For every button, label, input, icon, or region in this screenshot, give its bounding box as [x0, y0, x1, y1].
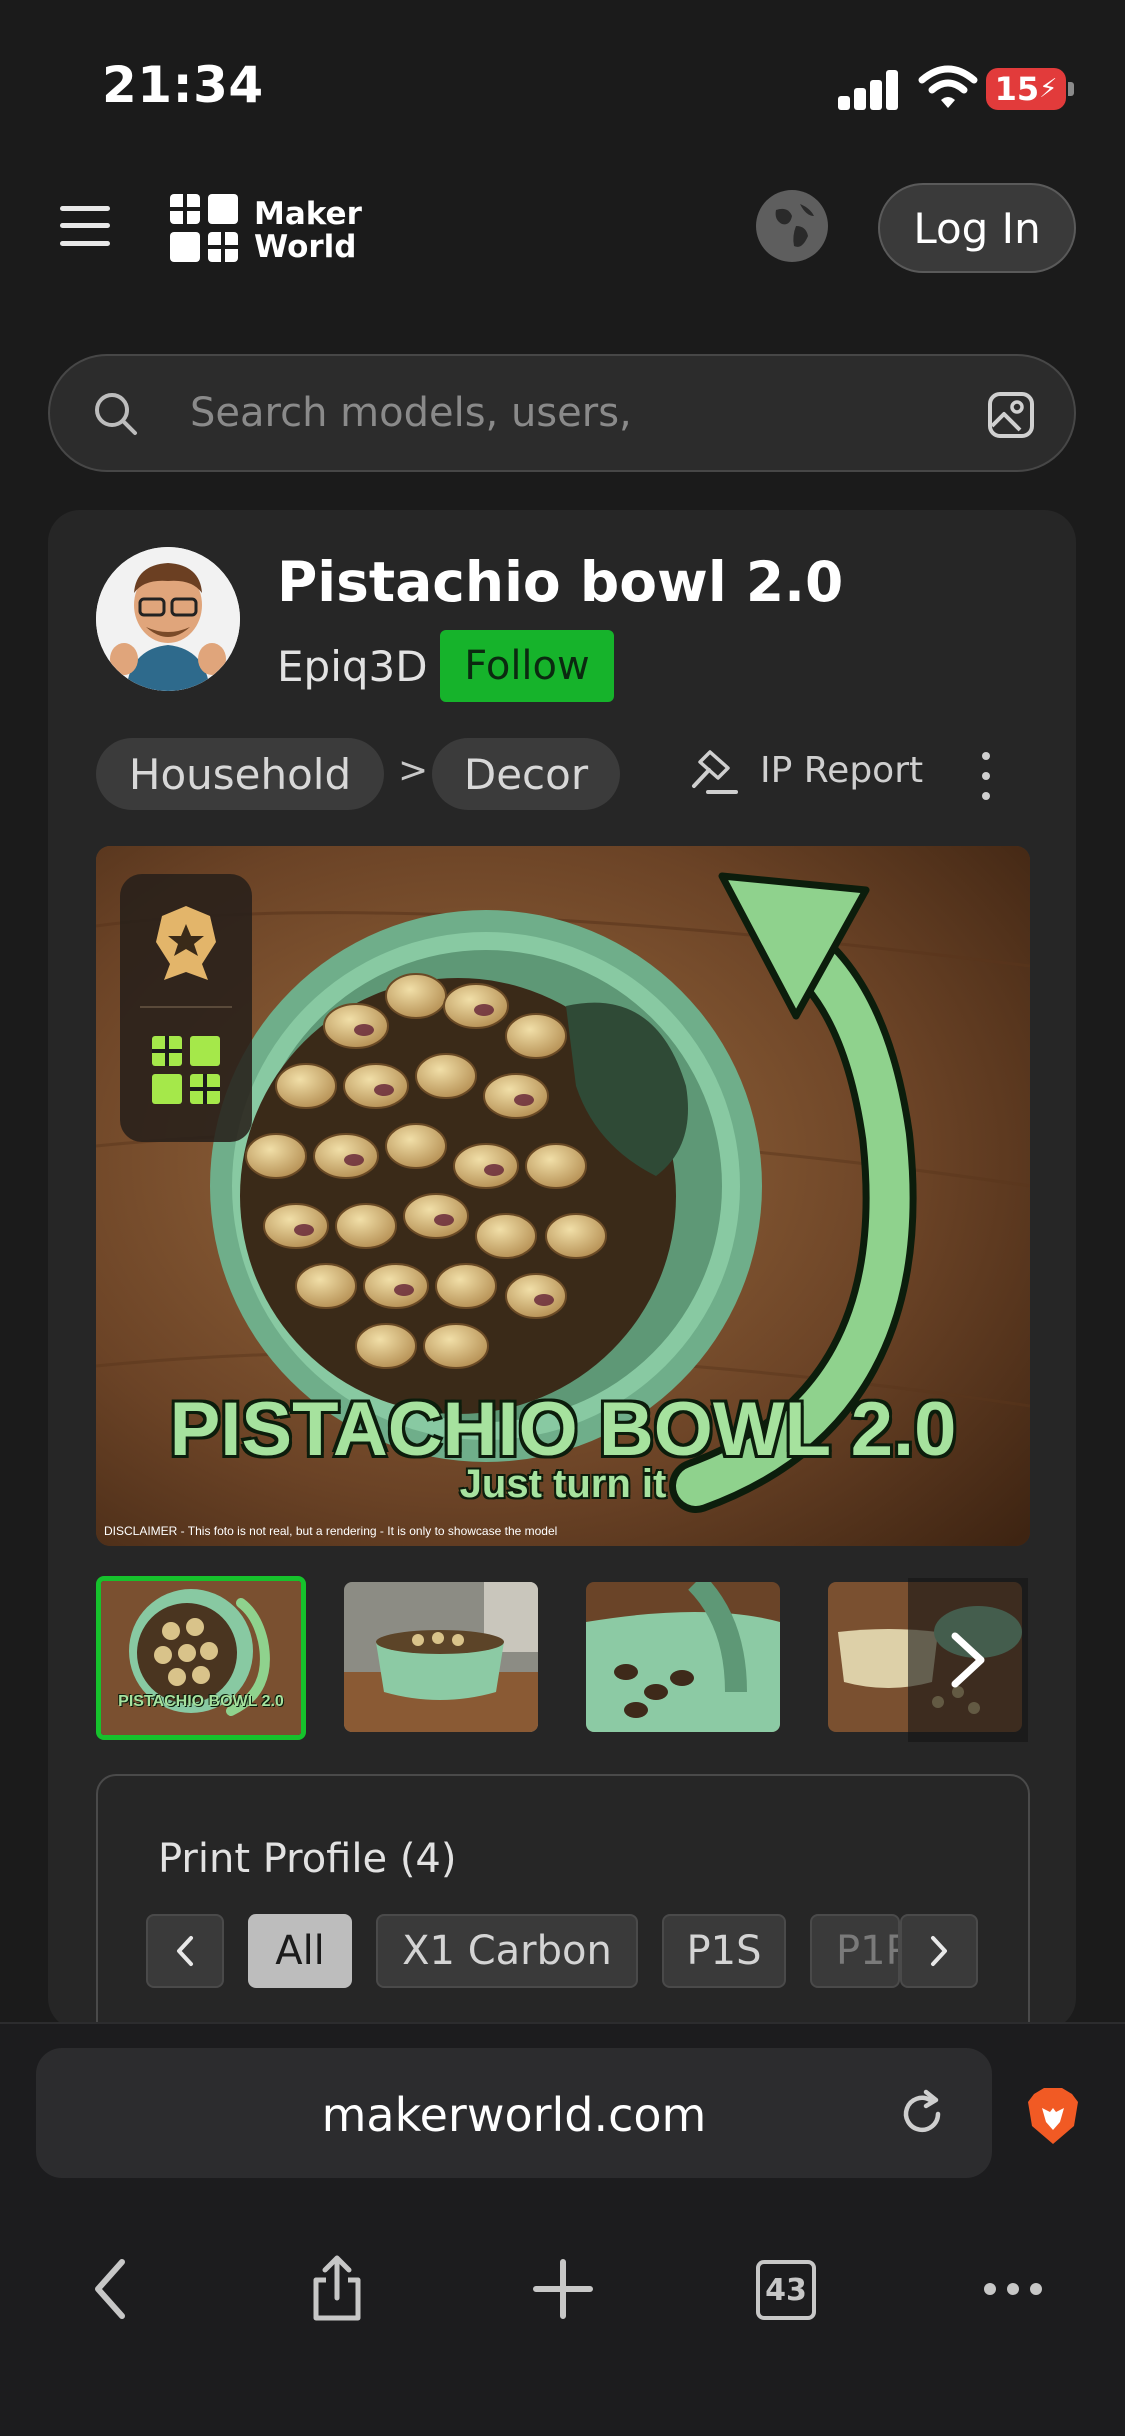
hero-subtitle-text: Just turn it — [459, 1462, 667, 1506]
profile-tab-x1-carbon[interactable]: X1 Carbon — [376, 1914, 638, 1988]
print-profile-panel: Print Profile (4) All X1 Carbon P1S P1P — [96, 1774, 1030, 2030]
image-search-icon[interactable] — [986, 390, 1036, 440]
reload-icon[interactable] — [896, 2088, 948, 2140]
search-bar[interactable]: Search models, users, — [48, 354, 1076, 472]
battery-icon: 15 ⚡ — [986, 68, 1066, 110]
battery-cap — [1068, 82, 1074, 96]
tabs-button[interactable]: 43 — [756, 2260, 826, 2330]
new-tab-button[interactable] — [528, 2254, 598, 2324]
print-profile-title: Print Profile (4) — [158, 1836, 457, 1882]
profile-tab-p1p[interactable]: P1P — [810, 1914, 900, 1988]
share-icon — [313, 2255, 361, 2321]
hero-disclaimer: DISCLAIMER - This foto is not real, but … — [104, 1524, 558, 1538]
share-button[interactable] — [302, 2254, 372, 2324]
badge-divider — [140, 1006, 232, 1008]
more-options-icon[interactable] — [980, 750, 992, 802]
more-dots-icon — [984, 2283, 1042, 2295]
model-card: Pistachio bowl 2.0 Epiq3D Follow Househo… — [48, 510, 1076, 2030]
profile-scroll-left-button[interactable] — [146, 1914, 224, 1988]
thumbnail-1[interactable]: PISTACHIO BOWL 2.0 — [96, 1576, 306, 1740]
globe-icon — [764, 198, 820, 254]
logo-line-1: Maker — [254, 196, 362, 232]
logo-text: Maker World — [254, 198, 362, 264]
browser-toolbar: makerworld.com 43 — [0, 2022, 1125, 2436]
search-icon — [92, 390, 140, 438]
badge-panel — [120, 874, 252, 1142]
more-menu-button[interactable] — [978, 2254, 1048, 2324]
profile-tab-p1s[interactable]: P1S — [662, 1914, 786, 1988]
profile-tab-all[interactable]: All — [248, 1914, 352, 1988]
language-globe-button[interactable] — [756, 190, 828, 262]
gavel-icon[interactable] — [688, 746, 740, 798]
search-input[interactable]: Search models, users, — [190, 390, 632, 436]
logo-line-2: World — [254, 229, 357, 265]
thumbnail-2[interactable] — [344, 1582, 538, 1732]
battery-level: 15 — [994, 70, 1040, 108]
exclusive-badge-icon[interactable] — [148, 1032, 224, 1112]
brave-shield-icon[interactable] — [1026, 2086, 1080, 2146]
menu-icon[interactable] — [60, 206, 110, 246]
chevron-left-icon — [177, 1936, 193, 1966]
cellular-signal-icon — [838, 70, 900, 110]
status-time: 21:34 — [102, 56, 264, 114]
model-title: Pistachio bowl 2.0 — [277, 550, 844, 614]
ip-report-link[interactable]: IP Report — [760, 750, 923, 791]
wifi-icon — [918, 64, 978, 110]
thumbnail-3[interactable] — [586, 1582, 780, 1732]
author-avatar[interactable] — [96, 547, 240, 691]
award-badge-icon[interactable] — [150, 902, 222, 986]
follow-button[interactable]: Follow — [440, 630, 614, 702]
login-button[interactable]: Log In — [878, 183, 1076, 273]
breadcrumb-separator: > — [398, 750, 429, 791]
back-button[interactable] — [76, 2254, 146, 2324]
chevron-right-icon — [931, 1936, 947, 1966]
breadcrumb-household[interactable]: Household — [96, 738, 384, 810]
thumbnail-1-title: PISTACHIO BOWL 2.0 — [118, 1693, 284, 1710]
author-name[interactable]: Epiq3D — [277, 642, 428, 691]
thumbnail-next-button[interactable] — [908, 1578, 1028, 1742]
profile-scroll-right-button[interactable] — [900, 1914, 978, 1988]
address-bar[interactable]: makerworld.com — [36, 2048, 992, 2178]
chevron-right-icon — [951, 1632, 985, 1688]
makerworld-logo-icon[interactable] — [166, 190, 242, 266]
tab-count: 43 — [756, 2260, 816, 2320]
url-text[interactable]: makerworld.com — [36, 2088, 992, 2142]
hero-title-text: PISTACHIO BOWL 2.0 — [169, 1387, 957, 1472]
back-arrow-icon — [95, 2259, 125, 2319]
plus-icon — [533, 2259, 593, 2319]
breadcrumb-decor[interactable]: Decor — [432, 738, 620, 810]
